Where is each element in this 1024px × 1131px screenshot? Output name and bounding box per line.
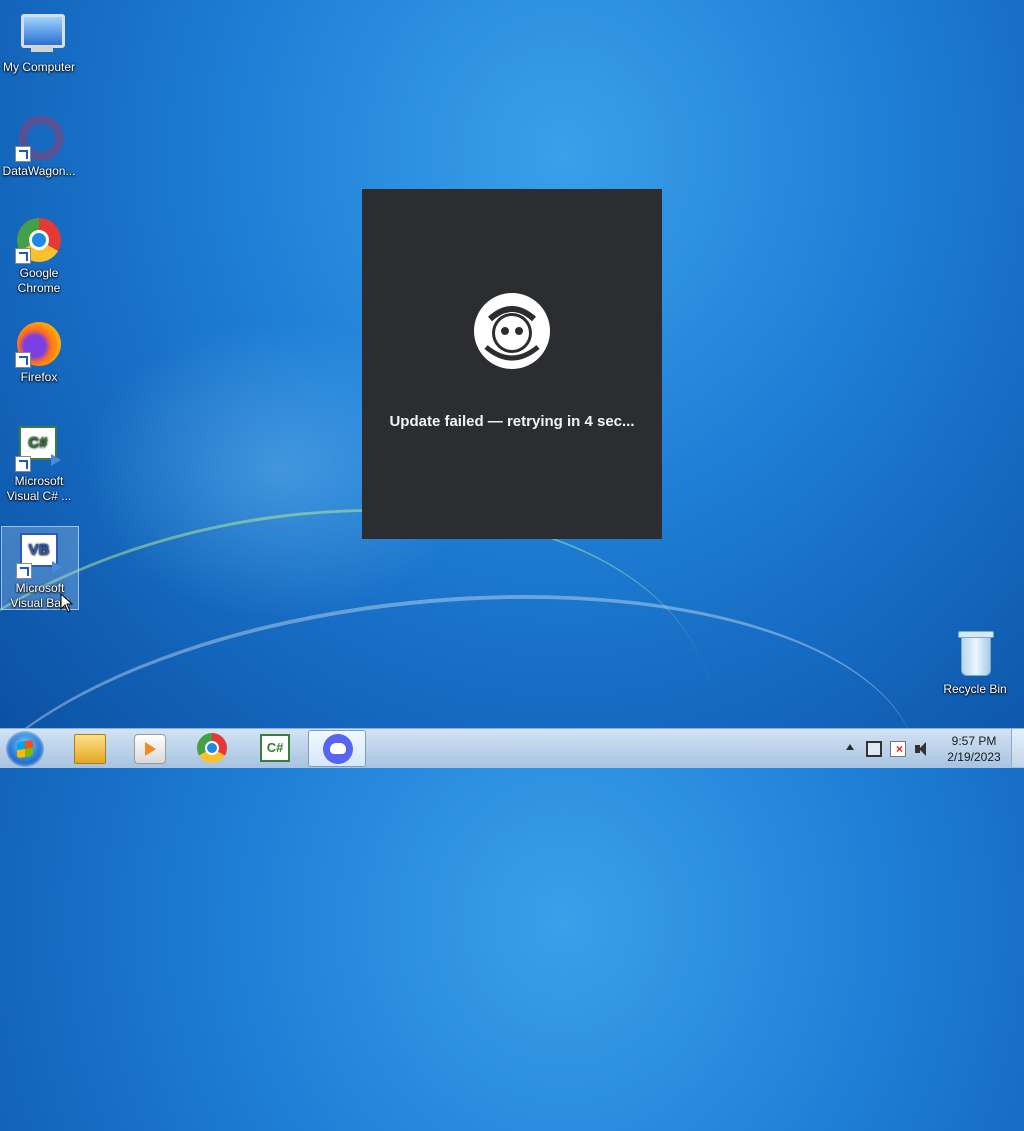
mouse-cursor-icon [60, 593, 74, 613]
desktop-icon-label: Firefox [20, 370, 58, 384]
desktop-icon-label: DataWagon... [2, 164, 76, 178]
volume-icon[interactable] [914, 741, 930, 757]
discord-icon [323, 734, 353, 764]
desktop-icon-visual-csharp[interactable]: C# Microsoft Visual C# ... [1, 420, 77, 504]
visual-csharp-icon: C# [15, 424, 63, 472]
desktop-icon-label: Microsoft Visual C# ... [6, 474, 72, 503]
chrome-icon [197, 733, 227, 763]
update-status-text: Update failed — retrying in 4 sec... [389, 413, 635, 430]
desktop-icon-firefox[interactable]: Firefox [1, 316, 77, 385]
taskbar-button-explorer[interactable] [60, 730, 118, 767]
network-icon[interactable] [866, 741, 882, 757]
taskbar: C# 9:57 PM 2/19/2023 [0, 728, 1024, 768]
clock-date: 2/19/2023 [947, 750, 1001, 764]
shortcut-arrow-icon [15, 456, 31, 472]
folder-icon [74, 734, 106, 764]
shortcut-arrow-icon [15, 146, 31, 162]
media-player-icon [134, 734, 166, 764]
clock-time: 9:57 PM [951, 734, 997, 748]
shortcut-arrow-icon [16, 563, 32, 579]
computer-icon [15, 10, 65, 58]
show-hidden-icons-button[interactable] [846, 744, 854, 750]
discord-logo-icon [474, 293, 550, 369]
recycle-bin-icon [951, 631, 999, 680]
taskbar-button-chrome[interactable] [183, 730, 241, 767]
desktop-icon-my-computer[interactable]: My Computer [1, 6, 77, 75]
show-desktop-button[interactable] [1011, 729, 1024, 767]
discord-update-window: Update failed — retrying in 4 sec... [362, 189, 662, 539]
desktop-icon-google-chrome[interactable]: Google Chrome [1, 212, 77, 296]
visual-csharp-icon: C# [260, 734, 290, 762]
firefox-icon [15, 320, 63, 368]
desktop-icon-datawagon[interactable]: DataWagon... [1, 110, 77, 179]
taskbar-button-media-player[interactable] [120, 730, 178, 767]
datawagon-icon [15, 114, 63, 162]
desktop-icon-label: Google Chrome [17, 266, 61, 295]
windows-start-icon[interactable] [6, 731, 44, 767]
visual-basic-icon: VB [16, 531, 64, 579]
shortcut-arrow-icon [15, 352, 31, 368]
chrome-icon [15, 216, 63, 264]
desktop-icon-recycle-bin[interactable]: Recycle Bin [937, 628, 1013, 697]
desktop-icon-label: My Computer [2, 60, 76, 74]
taskbar-button-discord[interactable] [308, 730, 366, 767]
action-center-icon[interactable] [890, 741, 906, 757]
shortcut-arrow-icon [15, 248, 31, 264]
taskbar-button-visual-csharp[interactable]: C# [246, 730, 304, 767]
system-clock[interactable]: 9:57 PM 2/19/2023 [940, 733, 1008, 765]
desktop-icon-label: Recycle Bin [943, 682, 1007, 696]
